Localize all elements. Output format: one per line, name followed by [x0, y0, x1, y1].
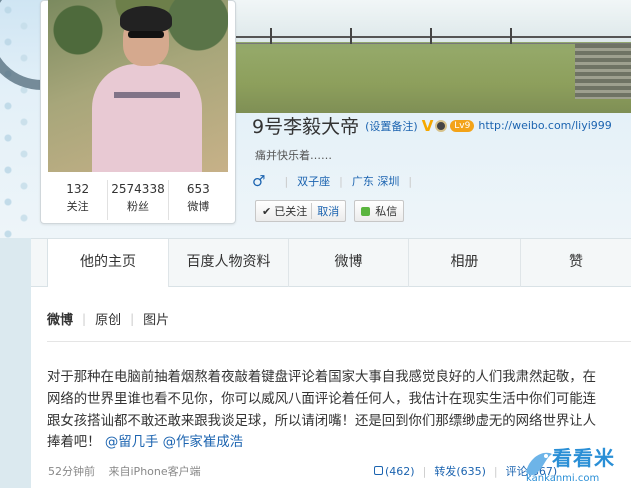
- tab-home[interactable]: 他的主页: [47, 239, 169, 288]
- meta-separator: |: [408, 174, 413, 188]
- stat-followers-label: 粉丝: [126, 200, 149, 213]
- profile-name-row: 9号李毅大帝 (设置备注) V Lv9 http://weibo.com/liy…: [252, 112, 612, 139]
- banner-stairs: [575, 44, 631, 99]
- avatar-hair: [120, 6, 172, 32]
- followed-button[interactable]: ✔ 已关注 取消: [255, 200, 347, 222]
- post-time-link[interactable]: 52分钟前: [48, 465, 95, 478]
- message-label: 私信: [375, 205, 398, 218]
- location-link[interactable]: 广东 深圳: [352, 173, 400, 189]
- zodiac-link[interactable]: 双子座: [297, 173, 330, 189]
- filter-separator: |: [82, 311, 87, 326]
- rail-post: [350, 28, 352, 44]
- post-meta: 52分钟前 来自iPhone客户端: [48, 463, 201, 479]
- followed-label: 已关注: [274, 205, 308, 218]
- tab-baidu-profile[interactable]: 百度人物资料: [169, 239, 289, 287]
- mention-link[interactable]: @作家崔成浩: [163, 435, 243, 450]
- filter-separator: |: [130, 311, 135, 326]
- like-count: (462): [385, 464, 415, 478]
- rail-post: [510, 28, 512, 44]
- unfollow-link[interactable]: 取消: [311, 203, 339, 219]
- repost-count: (635): [456, 465, 486, 478]
- tab-weibo[interactable]: 微博: [289, 239, 409, 287]
- profile-meta: ♂ | 双子座 | 广东 深圳 |: [252, 172, 421, 190]
- stat-following[interactable]: 132 关注: [48, 180, 109, 220]
- profile-actions: ✔ 已关注 取消 私信: [255, 200, 405, 222]
- profile-name: 9号李毅大帝: [252, 116, 360, 138]
- stat-weibo-label: 微博: [187, 200, 210, 213]
- filter-original[interactable]: 原创: [95, 309, 121, 328]
- profile-bio: 痛并快乐着……: [255, 149, 332, 162]
- feed-filter: 微博 | 原创 | 图片: [47, 309, 169, 329]
- meta-separator: |: [284, 174, 289, 188]
- set-remark-link[interactable]: (设置备注): [365, 118, 418, 134]
- avatar-glasses: [128, 31, 164, 38]
- mention-link[interactable]: @留几手: [105, 435, 159, 450]
- meta-separator: |: [339, 174, 343, 188]
- tab-likes[interactable]: 赞: [521, 239, 631, 287]
- watermark: 看看米 kankanmi.com: [522, 442, 631, 488]
- filter-images[interactable]: 图片: [143, 309, 169, 328]
- verified-icon[interactable]: V: [422, 117, 434, 135]
- avatar[interactable]: [48, 0, 228, 172]
- repost-button[interactable]: 转发(635): [434, 463, 486, 479]
- stat-following-count: 132: [66, 182, 90, 196]
- rail-post: [270, 28, 272, 44]
- stat-following-label: 关注: [66, 200, 89, 213]
- repost-label: 转发: [434, 465, 457, 478]
- vip-icon[interactable]: [435, 119, 448, 132]
- avatar-shirt-print: [114, 92, 180, 98]
- feed-divider: [47, 341, 631, 342]
- profile-url-link[interactable]: http://weibo.com/liyi999: [478, 119, 611, 132]
- message-button[interactable]: 私信: [354, 200, 405, 222]
- level-badge[interactable]: Lv9: [450, 119, 475, 132]
- action-separator: |: [422, 464, 427, 478]
- message-icon: [361, 206, 371, 216]
- thumbs-up-icon: [374, 465, 383, 475]
- like-button[interactable]: (462): [374, 465, 415, 478]
- avatar-body: [92, 64, 202, 172]
- stat-weibo-count: 653: [186, 182, 210, 196]
- profile-stats: 132 关注 2574338 粉丝 653 微博: [48, 180, 228, 220]
- male-icon: ♂: [252, 172, 266, 190]
- action-separator: |: [493, 464, 498, 478]
- rail-post: [430, 28, 432, 44]
- filter-weibo[interactable]: 微博: [47, 309, 73, 328]
- stat-followers[interactable]: 2574338 粉丝: [108, 180, 169, 220]
- stat-followers-count: 2574338: [111, 182, 165, 196]
- stat-weibo[interactable]: 653 微博: [169, 180, 228, 220]
- tab-album[interactable]: 相册: [409, 239, 521, 287]
- profile-tabs: 他的主页 百度人物资料 微博 相册 赞: [31, 238, 631, 288]
- watermark-text: 看看米: [552, 446, 615, 470]
- check-icon: ✔: [262, 204, 272, 218]
- watermark-url: kankanmi.com: [526, 473, 600, 484]
- post-source: 来自iPhone客户端: [108, 465, 201, 478]
